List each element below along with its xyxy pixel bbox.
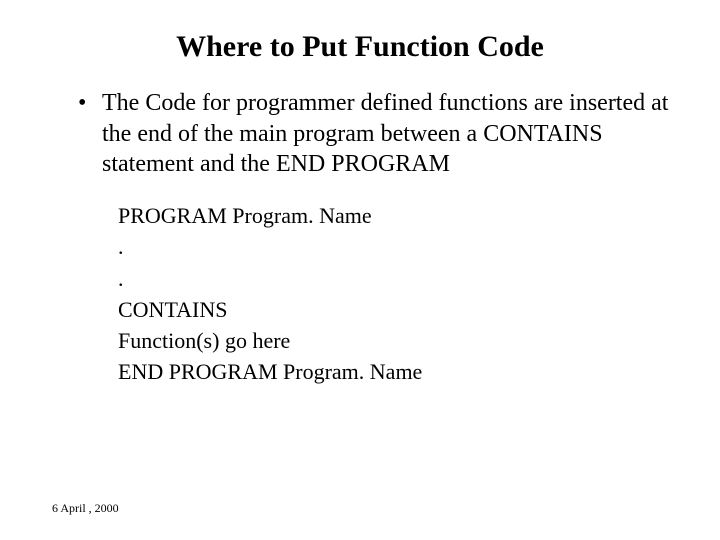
code-line: Function(s) go here: [118, 325, 670, 356]
bullet-list: The Code for programmer defined function…: [50, 88, 670, 180]
code-line: CONTAINS: [118, 294, 670, 325]
code-line: PROGRAM Program. Name: [118, 200, 670, 231]
footer-date: 6 April , 2000: [52, 501, 119, 516]
slide-title: Where to Put Function Code: [50, 30, 670, 64]
code-line: .: [118, 263, 670, 294]
code-block: PROGRAM Program. Name . . CONTAINS Funct…: [50, 200, 670, 387]
code-line: .: [118, 231, 670, 262]
code-line: END PROGRAM Program. Name: [118, 356, 670, 387]
bullet-item: The Code for programmer defined function…: [78, 88, 670, 180]
slide: Where to Put Function Code The Code for …: [0, 0, 720, 540]
